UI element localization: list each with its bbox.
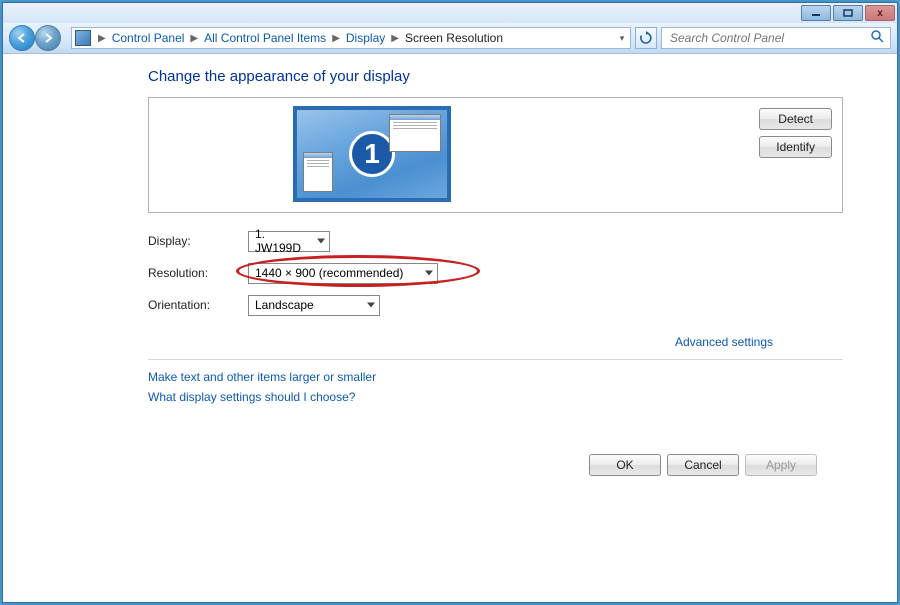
chevron-down-icon <box>367 303 375 308</box>
resolution-value: 1440 × 900 (recommended) <box>255 266 403 280</box>
close-button[interactable]: x <box>865 5 895 21</box>
titlebar: x <box>3 3 897 23</box>
maximize-button[interactable] <box>833 5 863 21</box>
orientation-label: Orientation: <box>148 298 248 312</box>
display-preview-box: 1 Detect Identify <box>148 97 843 213</box>
resolution-dropdown[interactable]: 1440 × 900 (recommended) <box>248 263 438 284</box>
window: x ▶ Control Panel ▶ All Control Panel It… <box>2 2 898 603</box>
chevron-down-icon <box>317 239 325 244</box>
search-box[interactable] <box>661 27 891 49</box>
control-panel-icon <box>75 30 91 46</box>
chevron-right-icon: ▶ <box>186 33 202 44</box>
monitor-preview[interactable]: 1 <box>293 106 451 202</box>
divider <box>148 359 843 360</box>
minimize-button[interactable] <box>801 5 831 21</box>
breadcrumb-item[interactable]: Display <box>344 31 387 45</box>
cancel-button[interactable]: Cancel <box>667 454 739 476</box>
nav-back-button[interactable] <box>9 25 35 51</box>
mini-window-icon <box>303 152 333 192</box>
apply-button[interactable]: Apply <box>745 454 817 476</box>
ok-button[interactable]: OK <box>589 454 661 476</box>
orientation-dropdown[interactable]: Landscape <box>248 295 380 316</box>
identify-button[interactable]: Identify <box>759 136 832 158</box>
larger-text-link[interactable]: Make text and other items larger or smal… <box>148 370 843 384</box>
arrow-right-icon <box>42 32 54 44</box>
display-dropdown[interactable]: 1. JW199D <box>248 231 330 252</box>
orientation-value: Landscape <box>255 298 314 312</box>
display-value: 1. JW199D <box>255 227 311 255</box>
refresh-button[interactable] <box>635 27 657 49</box>
refresh-icon <box>639 31 653 45</box>
main-panel: Change the appearance of your display 1 … <box>123 68 843 404</box>
advanced-settings-link[interactable]: Advanced settings <box>675 335 773 349</box>
breadcrumb-item[interactable]: All Control Panel Items <box>202 31 328 45</box>
arrow-left-icon <box>16 32 28 44</box>
nav-forward-button[interactable] <box>35 25 61 51</box>
display-label: Display: <box>148 234 248 248</box>
chevron-down-icon[interactable]: ▾ <box>614 33 630 44</box>
detect-button[interactable]: Detect <box>759 108 832 130</box>
search-input[interactable] <box>668 30 867 46</box>
breadcrumb-item-current[interactable]: Screen Resolution <box>403 31 505 45</box>
help-link[interactable]: What display settings should I choose? <box>148 390 843 404</box>
address-bar: ▶ Control Panel ▶ All Control Panel Item… <box>3 23 897 54</box>
chevron-right-icon: ▶ <box>387 33 403 44</box>
chevron-down-icon <box>425 271 433 276</box>
search-icon <box>871 30 884 46</box>
breadcrumb[interactable]: ▶ Control Panel ▶ All Control Panel Item… <box>71 27 631 49</box>
content-area: Change the appearance of your display 1 … <box>3 54 897 602</box>
resolution-label: Resolution: <box>148 266 248 280</box>
breadcrumb-item[interactable]: Control Panel <box>110 31 187 45</box>
chevron-right-icon: ▶ <box>328 33 344 44</box>
page-title: Change the appearance of your display <box>148 68 843 85</box>
mini-window-icon <box>389 114 441 152</box>
chevron-right-icon: ▶ <box>94 33 110 44</box>
dialog-button-row: OK Cancel Apply <box>589 454 817 476</box>
